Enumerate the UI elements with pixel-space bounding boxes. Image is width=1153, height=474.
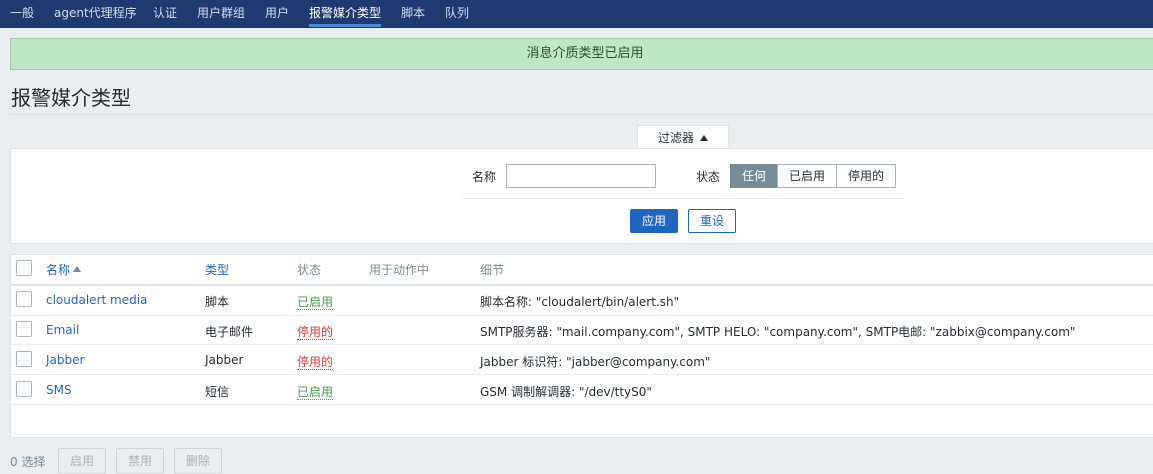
status-option-any[interactable]: 任何 (730, 164, 778, 188)
column-header-status: 状态 (297, 263, 322, 277)
selected-count: 0 选择 (10, 455, 46, 469)
media-type-type: Jabber (205, 353, 244, 367)
media-type-name-link[interactable]: Email (46, 323, 79, 337)
apply-button[interactable]: 应用 (630, 209, 678, 233)
status-cell: 停用的 (297, 353, 334, 370)
nav-item-queue[interactable]: 队列 (445, 0, 469, 27)
status-toggle-link[interactable]: 已启用 (297, 295, 334, 310)
filter-tab-label: 过滤器 (657, 131, 694, 145)
media-type-name-link[interactable]: cloudalert media (46, 293, 147, 307)
nav-item-proxies[interactable]: agent代理程序 (54, 0, 137, 27)
nav-item-general[interactable]: 一般 (10, 0, 34, 27)
row-divider (11, 374, 1153, 375)
disable-button[interactable]: 禁用 (116, 448, 164, 474)
collapse-arrow-icon (700, 135, 708, 141)
media-type-details: SMTP服务器: "mail.company.com", SMTP HELO: … (480, 325, 1076, 339)
status-toggle-link[interactable]: 停用的 (297, 355, 334, 370)
enable-button[interactable]: 启用 (58, 448, 106, 474)
status-cell: 停用的 (297, 323, 334, 340)
nav-item-scripts[interactable]: 脚本 (401, 0, 425, 27)
row-divider (11, 404, 1153, 405)
filter-panel (10, 148, 1153, 244)
row-divider (11, 315, 1153, 316)
filter-separator (462, 198, 905, 199)
filter-tab[interactable]: 过滤器 (637, 125, 729, 149)
media-type-name-link[interactable]: Jabber (46, 353, 84, 367)
row-checkbox[interactable] (16, 381, 32, 397)
column-header-type[interactable]: 类型 (205, 261, 229, 278)
column-header-details: 细节 (480, 263, 505, 277)
success-message: 消息介质类型已启用 (10, 38, 1153, 70)
media-type-type: 电子邮件 (205, 325, 254, 339)
filter-status-label: 状态 (696, 170, 721, 184)
status-cell: 已启用 (297, 293, 334, 310)
nav-item-media-types[interactable]: 报警媒介类型 (309, 0, 382, 27)
filter-name-label: 名称 (472, 170, 497, 184)
header-divider (11, 284, 1153, 286)
nav-item-user-groups[interactable]: 用户群组 (197, 0, 245, 27)
row-checkbox[interactable] (16, 351, 32, 367)
page-title: 报警媒介类型 (11, 86, 131, 110)
status-option-disabled[interactable]: 停用的 (836, 164, 896, 188)
media-type-details: Jabber 标识符: "jabber@company.com" (480, 355, 711, 369)
media-type-details: 脚本名称: "cloudalert/bin/alert.sh" (480, 295, 680, 309)
media-type-type: 短信 (205, 385, 230, 399)
select-all-checkbox[interactable] (16, 260, 32, 276)
status-toggle-link[interactable]: 停用的 (297, 325, 334, 340)
nav-item-users[interactable]: 用户 (265, 0, 289, 27)
status-toggle-link[interactable]: 已启用 (297, 385, 334, 400)
media-type-type: 脚本 (205, 295, 230, 309)
filter-name-input[interactable] (506, 164, 656, 188)
delete-button[interactable]: 删除 (174, 448, 222, 474)
media-type-details: GSM 调制解调器: "/dev/ttyS0" (480, 385, 652, 399)
column-header-name[interactable]: 名称 (46, 261, 82, 278)
reset-button[interactable]: 重设 (688, 209, 736, 233)
media-type-name-link[interactable]: SMS (46, 383, 72, 397)
column-header-name-label: 名称 (46, 263, 71, 277)
top-navigation: 一般 agent代理程序 认证 用户群组 用户 报警媒介类型 脚本 队列 (0, 0, 1153, 28)
column-header-used-in-actions: 用于动作中 (369, 263, 430, 277)
row-checkbox[interactable] (16, 291, 32, 307)
row-checkbox[interactable] (16, 321, 32, 337)
media-types-table (10, 254, 1153, 438)
nav-item-authentication[interactable]: 认证 (153, 0, 177, 27)
row-divider (11, 344, 1153, 345)
sort-ascending-icon (73, 266, 82, 272)
status-cell: 已启用 (297, 383, 334, 400)
title-divider (10, 114, 1153, 115)
status-option-enabled[interactable]: 已启用 (777, 164, 837, 188)
